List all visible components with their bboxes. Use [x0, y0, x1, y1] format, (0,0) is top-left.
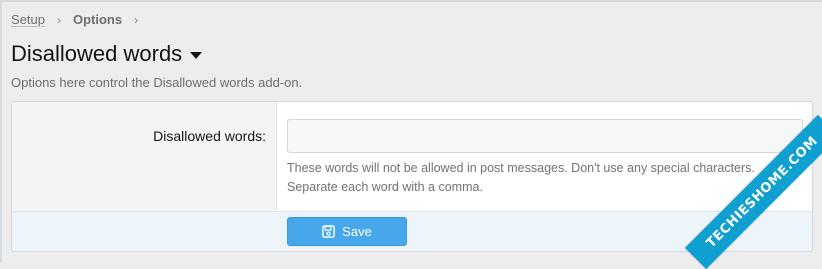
disallowed-words-label: Disallowed words: — [153, 128, 266, 144]
hint-line: These words will not be allowed in post … — [287, 161, 755, 175]
page-title: Disallowed words — [11, 41, 183, 66]
breadcrumb-options-link[interactable]: Options — [73, 12, 122, 27]
input-column: These words will not be allowed in post … — [277, 102, 812, 211]
chevron-right-icon: › — [134, 12, 139, 27]
options-form-block: Disallowed words: These words will not b… — [11, 101, 813, 252]
options-page: Setup › Options › Disallowed words Optio… — [0, 0, 822, 269]
hint-line: Separate each word with a comma. — [287, 180, 483, 194]
caret-down-icon[interactable] — [190, 52, 203, 59]
breadcrumb: Setup › Options › — [11, 12, 150, 27]
disallowed-words-input[interactable] — [287, 119, 803, 153]
save-button[interactable]: Save — [287, 217, 407, 246]
floppy-disk-icon — [322, 225, 335, 238]
breadcrumb-setup-link[interactable]: Setup — [11, 12, 45, 27]
save-button-label: Save — [342, 224, 372, 239]
title-row: Disallowed words — [11, 40, 203, 68]
form-row: Disallowed words: These words will not b… — [12, 102, 812, 211]
field-hint: These words will not be allowed in post … — [287, 159, 807, 197]
chevron-right-icon: › — [56, 12, 61, 27]
label-column: Disallowed words: — [12, 102, 277, 211]
page-description: Options here control the Disallowed word… — [11, 75, 303, 90]
